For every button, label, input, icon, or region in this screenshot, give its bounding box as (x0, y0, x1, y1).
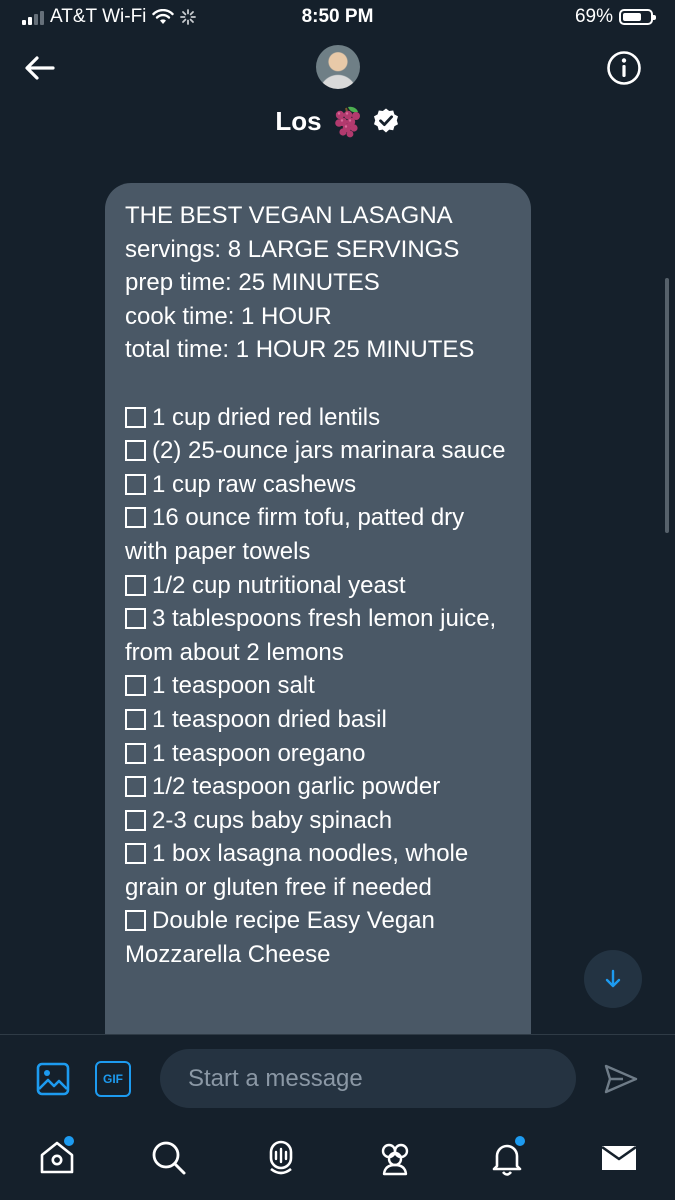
ingredient-item: 2-3 cups baby spinach (125, 804, 511, 838)
avatar[interactable] (316, 45, 360, 89)
notifications-dot (513, 1134, 527, 1148)
home-notification-dot (62, 1134, 76, 1148)
grapes-emoji-icon (334, 106, 360, 138)
recipe-meta-line: servings: 8 LARGE SERVINGS (125, 235, 460, 263)
ingredient-text: 1 teaspoon salt (152, 672, 315, 700)
clock: 8:50 PM (301, 6, 374, 27)
ingredient-text: Double recipe Easy Vegan Mozzarella Chee… (125, 907, 435, 969)
recipe-meta-line: cook time: 1 HOUR (125, 302, 332, 330)
bottom-nav (0, 1124, 675, 1200)
checkbox-icon (125, 843, 146, 865)
ingredient-item: Double recipe Easy Vegan Mozzarella Chee… (125, 904, 511, 971)
scroll-to-bottom-button[interactable] (584, 950, 642, 1008)
ingredient-item: 1 teaspoon dried basil (125, 703, 511, 737)
ingredient-text: 16 ounce firm tofu, patted dry with pape… (125, 504, 465, 565)
checkbox-icon (125, 440, 146, 462)
ingredient-item: 1 box lasagna noodles, whole grain or gl… (125, 837, 511, 904)
checkbox-icon (125, 675, 146, 697)
checkbox-icon (125, 608, 146, 630)
ingredient-text: 1/2 cup nutritional yeast (152, 571, 406, 599)
ingredient-text: 2-3 cups baby spinach (152, 806, 393, 834)
scrollbar[interactable] (665, 278, 669, 533)
battery-percent: 69% (574, 6, 613, 27)
battery-group: 69% (574, 6, 656, 28)
ingredient-item: 1/2 teaspoon garlic powder (125, 770, 511, 804)
recipe-meta-line: prep time: 25 MINUTES (125, 269, 380, 297)
ingredient-item: 16 ounce firm tofu, patted dry with pape… (125, 501, 511, 568)
checkbox-icon (125, 776, 146, 798)
ingredient-item: 1 teaspoon oregano (125, 737, 511, 771)
ingredient-item: 1 cup dried red lentils (125, 401, 511, 435)
back-arrow-icon[interactable] (22, 50, 58, 86)
checkbox-icon (125, 910, 146, 932)
checkbox-icon (125, 507, 146, 529)
recipe-meta-line: total time: 1 HOUR 25 MINUTES (125, 336, 475, 364)
ingredient-text: 1 teaspoon oregano (152, 739, 366, 767)
ingredient-item: (2) 25-ounce jars marinara sauce (125, 434, 511, 468)
battery-icon (619, 9, 656, 25)
ingredient-item: 1/2 cup nutritional yeast (125, 569, 511, 603)
ingredient-text: 1 cup dried red lentils (152, 403, 381, 431)
image-icon[interactable] (35, 1061, 71, 1097)
checkbox-icon (125, 809, 146, 831)
message-input[interactable]: Start a message (160, 1049, 576, 1108)
search-icon[interactable] (149, 1138, 189, 1178)
ingredient-item: 1 teaspoon salt (125, 669, 511, 703)
ingredient-text: 1/2 teaspoon garlic powder (152, 773, 441, 801)
checkbox-icon (125, 406, 146, 428)
gif-button[interactable]: GIF (95, 1061, 131, 1097)
ingredient-text: 1 teaspoon dried basil (152, 705, 387, 733)
message-composer: GIF Start a message (0, 1034, 675, 1125)
ingredient-text: 1 box lasagna noodles, whole grain or gl… (125, 840, 469, 901)
checkbox-icon (125, 473, 146, 495)
arrow-down-icon (605, 969, 621, 988)
messages-icon[interactable] (599, 1138, 639, 1178)
recipe-title: THE BEST VEGAN LASAGNA (125, 202, 453, 229)
contact-name: Los (275, 105, 322, 136)
ingredient-text: 3 tablespoons fresh lemon juice, from ab… (125, 605, 497, 666)
battery-fill (623, 13, 641, 21)
ingredient-text: (2) 25-ounce jars marinara sauce (152, 437, 506, 465)
status-bar: AT&T Wi-Fi 8:50 PM 69% (0, 0, 675, 36)
conversation-header[interactable]: Los (0, 104, 675, 138)
message-bubble[interactable]: THE BEST VEGAN LASAGNA servings: 8 LARGE… (105, 183, 531, 1063)
ingredient-item: 3 tablespoons fresh lemon juice, from ab… (125, 602, 511, 669)
spaces-icon[interactable] (261, 1138, 301, 1178)
communities-icon[interactable] (375, 1138, 415, 1178)
send-icon[interactable] (603, 1061, 639, 1097)
checkbox-icon (125, 708, 146, 730)
verified-badge-icon (373, 108, 398, 133)
checkbox-icon (125, 574, 146, 596)
ingredient-text: 1 cup raw cashews (152, 470, 357, 498)
checkbox-icon (125, 742, 146, 764)
info-icon[interactable] (606, 50, 642, 86)
ingredient-item: 1 cup raw cashews (125, 468, 511, 502)
